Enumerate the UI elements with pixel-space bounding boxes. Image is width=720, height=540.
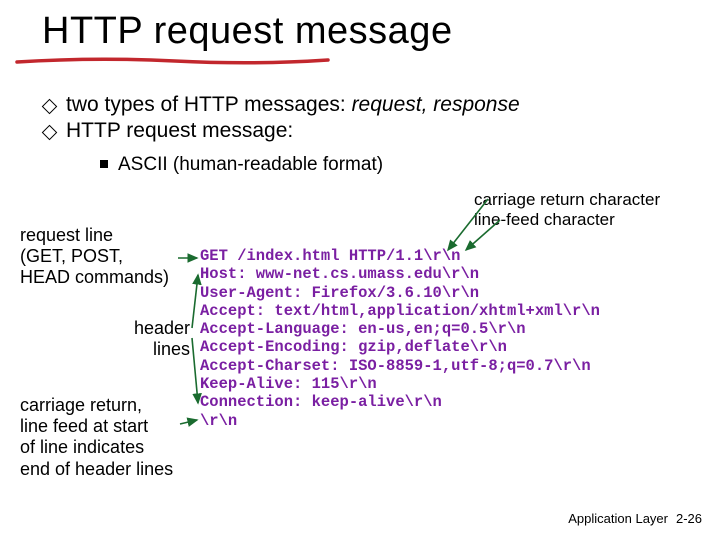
bullet-emphasis: request, response <box>352 93 520 116</box>
bullet-text: HTTP request message: <box>66 118 293 144</box>
http-request-code: GET /index.html HTTP/1.1\r\n Host: www-n… <box>200 247 600 430</box>
bullet-item: two types of HTTP messages: request, res… <box>44 92 520 118</box>
square-icon <box>100 160 108 168</box>
annotation-end-of-headers: carriage return, line feed at start of l… <box>20 395 173 480</box>
bullet-text: two types of HTTP messages: <box>66 93 352 116</box>
title-underline <box>15 56 330 68</box>
sub-bullet-item: ASCII (human-readable format) <box>100 154 383 176</box>
footer-page-number: 2-26 <box>676 511 702 526</box>
annotation-request-line: request line (GET, POST, HEAD commands) <box>20 225 169 289</box>
slide-title: HTTP request message <box>42 10 453 53</box>
sub-bullet-text: ASCII (human-readable format) <box>118 154 383 175</box>
footer-label: Application Layer <box>568 511 668 526</box>
annotation-crlf: carriage return character line-feed char… <box>474 190 660 230</box>
bullet-list: two types of HTTP messages: request, res… <box>44 92 520 145</box>
diamond-icon <box>44 101 56 113</box>
diamond-icon <box>44 127 56 139</box>
annotation-header-lines: header lines <box>130 318 190 360</box>
bullet-item: HTTP request message: <box>44 118 520 144</box>
